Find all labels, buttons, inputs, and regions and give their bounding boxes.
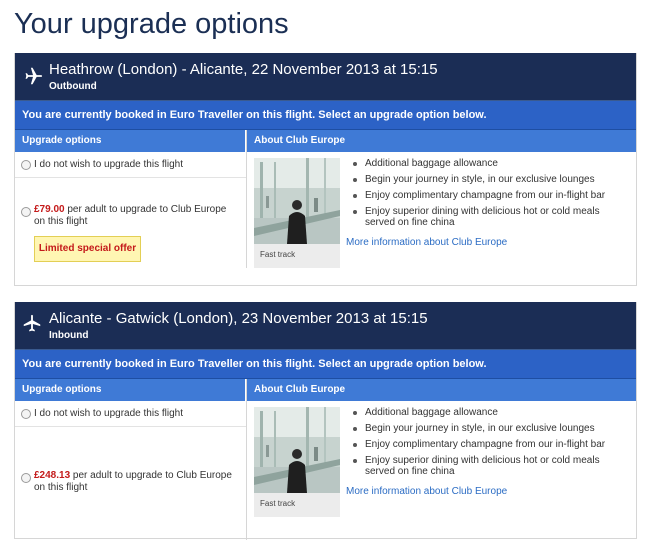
more-info-link[interactable]: More information about Club Europe bbox=[346, 237, 507, 248]
flight-panel-inbound: Alicante - Gatwick (London), 23 November… bbox=[14, 302, 637, 540]
about-club-europe-header: About Club Europe bbox=[247, 130, 636, 152]
about-club-europe-header: About Club Europe bbox=[247, 379, 636, 401]
page-title: Your upgrade options bbox=[14, 8, 289, 40]
benefits-list: Additional baggage allowance Begin your … bbox=[351, 407, 621, 482]
benefit-item: Enjoy superior dining with delicious hot… bbox=[351, 455, 621, 477]
flight-panel-outbound: Heathrow (London) - Alicante, 22 Novembe… bbox=[14, 53, 637, 286]
booking-notice: You are currently booked in Euro Travell… bbox=[15, 350, 636, 379]
airplane-icon bbox=[23, 314, 41, 332]
upgrade-description: £79.00 per adult to upgrade to Club Euro… bbox=[34, 204, 239, 228]
no-upgrade-option[interactable]: I do not wish to upgrade this flight bbox=[15, 401, 246, 427]
fast-track-photo: Fast track bbox=[254, 158, 340, 268]
upgrade-price: £79.00 bbox=[34, 204, 65, 215]
flight-title: Heathrow (London) - Alicante, 22 Novembe… bbox=[49, 61, 438, 78]
no-upgrade-option[interactable]: I do not wish to upgrade this flight bbox=[15, 152, 246, 178]
photo-caption: Fast track bbox=[260, 250, 296, 259]
upgrade-radio[interactable] bbox=[21, 473, 31, 483]
upgrade-price: £248.13 bbox=[34, 470, 71, 481]
upgrade-options-column: Upgrade options I do not wish to upgrade… bbox=[15, 379, 247, 540]
photo-caption: Fast track bbox=[260, 499, 296, 508]
no-upgrade-radio[interactable] bbox=[21, 160, 31, 170]
booking-notice: You are currently booked in Euro Travell… bbox=[15, 101, 636, 130]
fast-track-photo: Fast track bbox=[254, 407, 340, 517]
upgrade-options-column: Upgrade options I do not wish to upgrade… bbox=[15, 130, 247, 268]
upgrade-description: £248.13 per adult to upgrade to Club Eur… bbox=[34, 470, 239, 494]
airplane-icon bbox=[25, 67, 43, 85]
fast-track-image bbox=[254, 407, 340, 493]
benefits-list: Additional baggage allowance Begin your … bbox=[351, 158, 621, 233]
club-europe-upgrade-option[interactable]: £248.13 per adult to upgrade to Club Eur… bbox=[15, 427, 246, 540]
no-upgrade-radio[interactable] bbox=[21, 409, 31, 419]
benefit-item: Additional baggage allowance bbox=[351, 407, 621, 418]
upgrade-options-header: Upgrade options bbox=[15, 379, 246, 401]
special-offer-badge: Limited special offer bbox=[34, 236, 141, 262]
benefit-item: Enjoy complimentary champagne from our i… bbox=[351, 439, 621, 450]
fast-track-image bbox=[254, 158, 340, 244]
upgrade-radio[interactable] bbox=[21, 207, 31, 217]
no-upgrade-label: I do not wish to upgrade this flight bbox=[34, 408, 183, 419]
flight-direction: Inbound bbox=[49, 330, 89, 341]
flight-header: Alicante - Gatwick (London), 23 November… bbox=[15, 302, 636, 350]
benefit-item: Begin your journey in style, in our excl… bbox=[351, 423, 621, 434]
benefit-item: Enjoy superior dining with delicious hot… bbox=[351, 206, 621, 228]
upgrade-options-header: Upgrade options bbox=[15, 130, 246, 152]
flight-direction: Outbound bbox=[49, 81, 97, 92]
club-europe-upgrade-option[interactable]: £79.00 per adult to upgrade to Club Euro… bbox=[15, 178, 246, 268]
more-info-link[interactable]: More information about Club Europe bbox=[346, 486, 507, 497]
about-club-europe-column: About Club Europe Fast track Additional … bbox=[247, 130, 636, 268]
flight-title: Alicante - Gatwick (London), 23 November… bbox=[49, 310, 428, 327]
benefit-item: Begin your journey in style, in our excl… bbox=[351, 174, 621, 185]
flight-header: Heathrow (London) - Alicante, 22 Novembe… bbox=[15, 53, 636, 101]
benefit-item: Enjoy complimentary champagne from our i… bbox=[351, 190, 621, 201]
about-club-europe-column: About Club Europe Fast track Additional … bbox=[247, 379, 636, 540]
benefit-item: Additional baggage allowance bbox=[351, 158, 621, 169]
no-upgrade-label: I do not wish to upgrade this flight bbox=[34, 159, 183, 170]
